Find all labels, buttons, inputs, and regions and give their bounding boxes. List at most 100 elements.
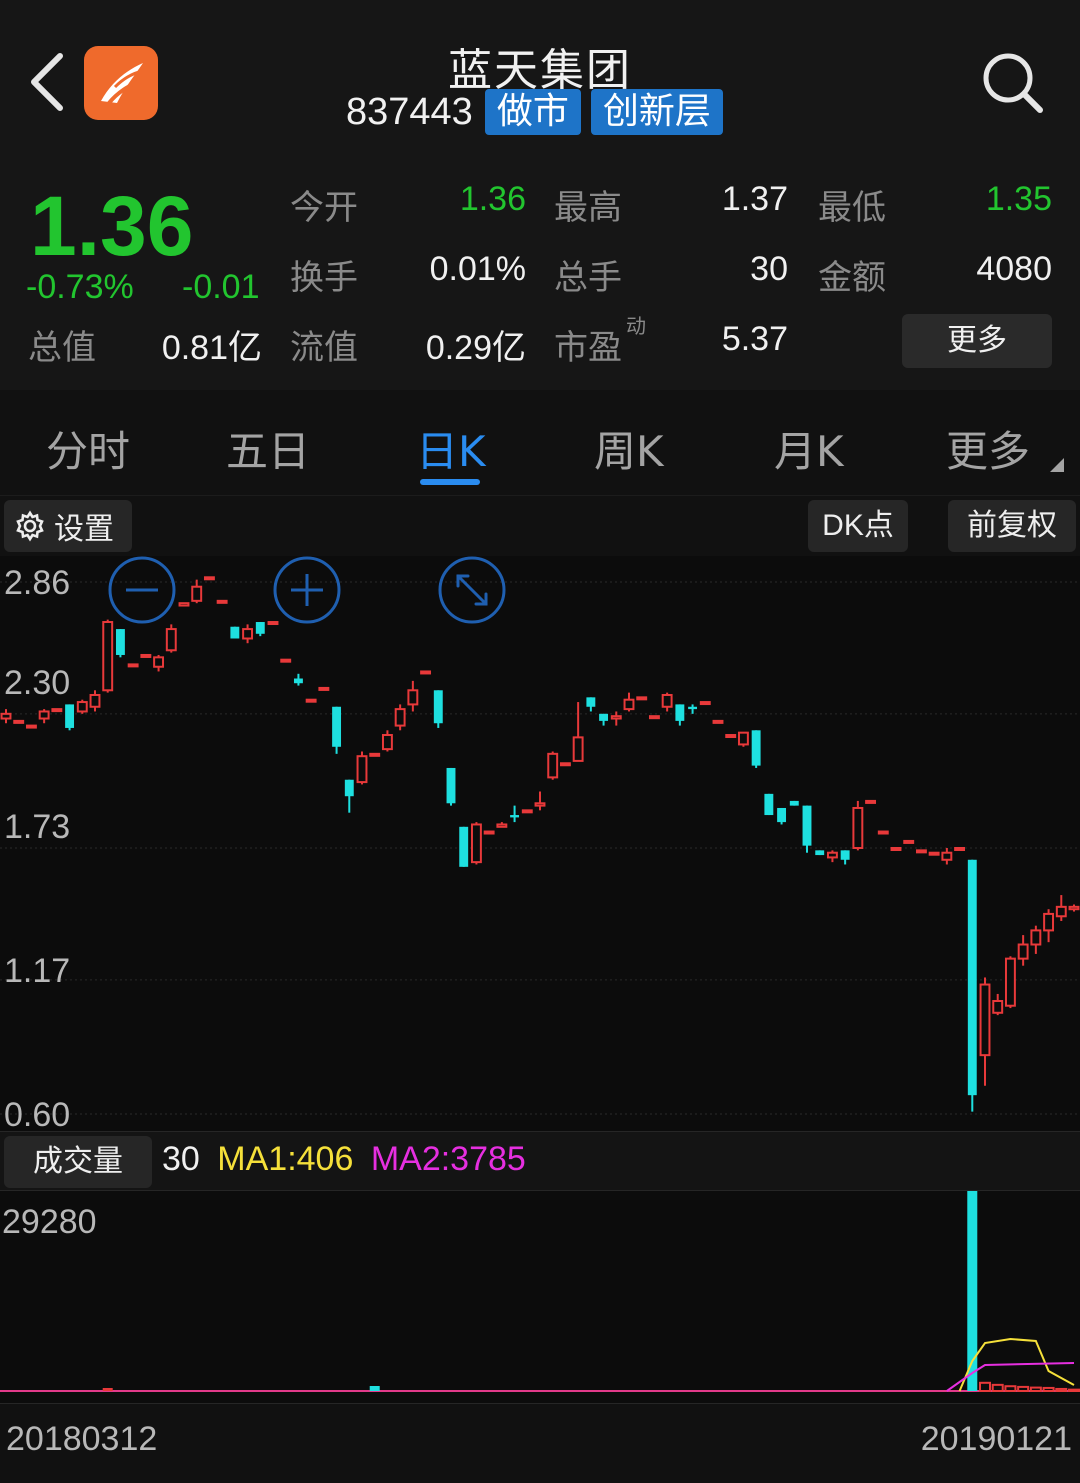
candle xyxy=(992,993,1004,1016)
turnover-value: 0.01% xyxy=(429,250,526,288)
volume-ma1: MA1:406 xyxy=(217,1140,354,1178)
end-date: 20190121 xyxy=(920,1420,1072,1458)
volume-indicator-button[interactable]: 成交量 xyxy=(4,1136,152,1188)
search-icon[interactable] xyxy=(980,50,1046,116)
candle xyxy=(332,706,342,754)
candle xyxy=(102,619,114,693)
candle xyxy=(318,686,330,691)
volume-header: 成交量 30 MA1:406 MA2:3785 xyxy=(0,1131,1080,1191)
tab-intraday[interactable]: 分时 xyxy=(46,418,130,479)
float-value-label: 流值 xyxy=(290,328,358,368)
volume-bar xyxy=(1017,1385,1030,1393)
candle xyxy=(815,850,825,856)
candle xyxy=(115,629,125,658)
open-value: 1.36 xyxy=(459,180,526,218)
quote-panel: 1.36 -0.73% -0.01 今开 1.36 最高 1.37 最低 1.3… xyxy=(0,160,1080,390)
candle xyxy=(178,602,190,607)
candle xyxy=(737,731,749,747)
volume-readout: 30 MA1:406 MA2:3785 xyxy=(162,1140,526,1179)
candle xyxy=(470,822,482,865)
amount-value: 4080 xyxy=(976,250,1052,288)
candle xyxy=(789,800,799,806)
forward-adjust-button[interactable]: 前复权 xyxy=(948,500,1076,552)
candlestick-chart[interactable]: 2.86 2.30 1.73 1.17 0.60 xyxy=(0,556,1080,1134)
tab-five-day[interactable]: 五日 xyxy=(226,418,310,479)
y-tick-label: 0.60 xyxy=(4,1096,71,1134)
candle xyxy=(381,730,393,752)
settings-button[interactable]: 设置 xyxy=(4,500,132,552)
candle xyxy=(572,702,584,762)
turnover-label: 换手 xyxy=(290,258,358,298)
candle xyxy=(369,752,381,757)
candle xyxy=(483,830,495,835)
y-tick-label: 1.17 xyxy=(4,952,71,990)
innovation-tier-tag: 创新层 xyxy=(590,89,723,135)
candle xyxy=(903,839,915,844)
tab-monthly-k[interactable]: 月K xyxy=(774,418,844,479)
pe-label: 市盈 xyxy=(554,328,622,368)
candlestick-plot xyxy=(0,576,1080,1115)
float-value: 0.29亿 xyxy=(425,329,526,367)
candle xyxy=(941,848,953,865)
candle xyxy=(394,704,406,731)
candle xyxy=(230,626,240,639)
volume-bar xyxy=(979,1381,991,1393)
volume-bar xyxy=(369,1386,380,1391)
settings-label: 设置 xyxy=(54,512,114,547)
open-label: 今开 xyxy=(290,188,358,228)
candle xyxy=(712,719,724,724)
expand-icon[interactable] xyxy=(438,556,506,624)
candle xyxy=(979,977,991,1086)
candle xyxy=(1030,925,1042,954)
active-tab-indicator xyxy=(420,479,480,485)
stock-code: 837443 xyxy=(346,90,473,133)
candle xyxy=(13,719,25,724)
stock-subline: 837443 做市 创新层 xyxy=(346,88,723,136)
candle xyxy=(954,847,966,851)
pe-dynamic-mark: 动 xyxy=(626,314,646,338)
more-quote-button[interactable]: 更多 xyxy=(902,314,1052,368)
candle xyxy=(636,696,648,701)
candle xyxy=(623,692,635,712)
candle xyxy=(255,622,265,637)
candle xyxy=(356,751,368,785)
zoom-in-icon[interactable] xyxy=(273,556,341,624)
volume-bar xyxy=(1004,1385,1017,1393)
candle xyxy=(305,698,317,703)
candle xyxy=(344,779,354,813)
volume-bar xyxy=(102,1388,113,1391)
period-tabs: 分时 五日 日K 周K 月K 更多 xyxy=(0,392,1080,496)
candle xyxy=(38,709,50,724)
change-percent: -0.73% xyxy=(26,268,134,306)
candle xyxy=(928,851,940,856)
volume-plot xyxy=(0,1191,1080,1393)
volume-bar xyxy=(1055,1387,1068,1393)
tab-daily-k[interactable]: 日K xyxy=(416,418,486,479)
total-hands-label: 总手 xyxy=(554,258,622,298)
candle xyxy=(242,624,254,644)
volume-latest: 30 xyxy=(162,1140,200,1178)
candle xyxy=(51,708,63,713)
candle xyxy=(280,658,292,663)
candle xyxy=(852,800,864,851)
volume-chart[interactable]: 29280 xyxy=(0,1191,1080,1403)
candle xyxy=(826,850,838,863)
market-maker-tag: 做市 xyxy=(484,89,581,135)
amount-label: 金额 xyxy=(818,258,886,298)
candle xyxy=(751,730,761,768)
candle xyxy=(25,724,37,729)
candle xyxy=(446,767,456,806)
zoom-out-icon[interactable] xyxy=(108,556,176,624)
candle xyxy=(967,859,977,1112)
candle xyxy=(203,576,215,581)
start-date: 20180312 xyxy=(6,1420,158,1458)
dk-point-button[interactable]: DK点 xyxy=(808,500,908,552)
candle xyxy=(777,807,787,825)
tab-more[interactable]: 更多 xyxy=(946,418,1030,479)
candle xyxy=(534,791,546,811)
tab-weekly-k[interactable]: 周K xyxy=(594,418,664,479)
volume-bar xyxy=(1068,1388,1080,1393)
candle xyxy=(127,663,139,668)
volume-bar xyxy=(1029,1386,1042,1393)
candle xyxy=(0,709,12,724)
